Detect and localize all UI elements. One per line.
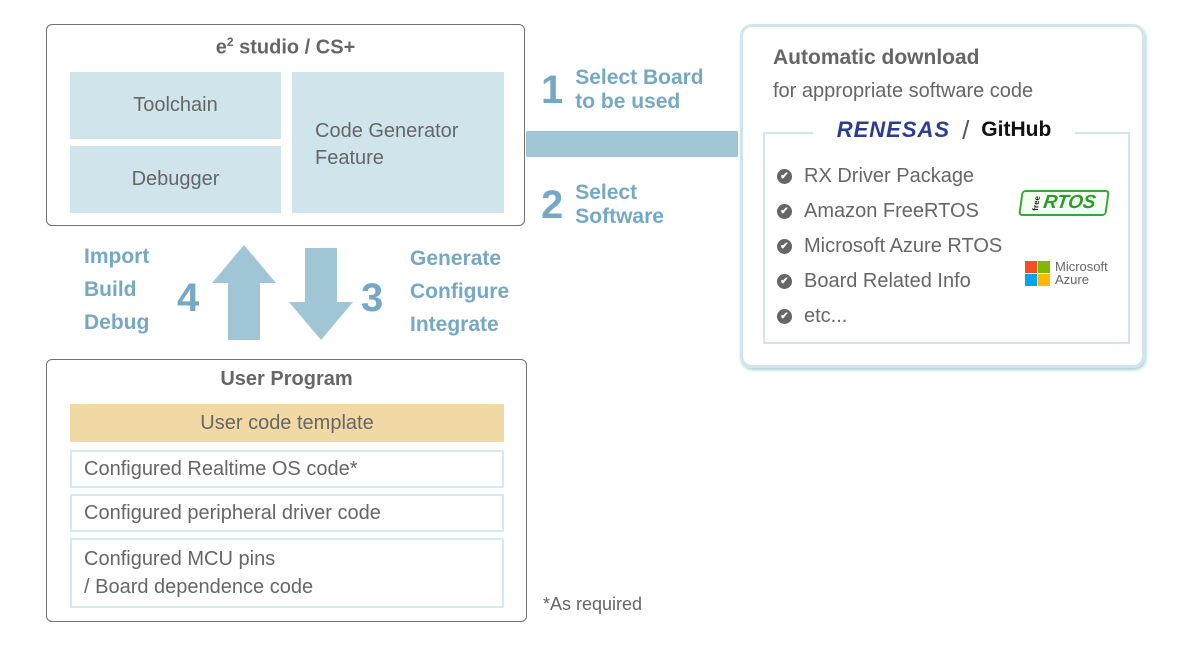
- download-panel: Automatic download for appropriate softw…: [740, 24, 1145, 368]
- peripheral-driver-code-label: Configured peripheral driver code: [84, 501, 381, 524]
- step-1-line2: to be used: [575, 90, 681, 113]
- list-item: ✔ Board Related Info: [777, 264, 1002, 299]
- peripheral-driver-code-row: Configured peripheral driver code: [70, 494, 504, 532]
- ide-title: e2 studio / CS+: [215, 35, 356, 59]
- check-circle-icon: ✔: [777, 169, 792, 184]
- list-item-label: etc...: [804, 305, 848, 327]
- step-3-line3: Integrate: [410, 313, 499, 336]
- mcu-pins-line1: Configured MCU pins: [84, 548, 276, 570]
- connector-bar: [526, 131, 738, 157]
- ide-box: e2 studio / CS+ Toolchain Debugger Code …: [46, 24, 525, 226]
- user-code-template-label: User code template: [200, 411, 374, 434]
- list-item: ✔ Microsoft Azure RTOS: [777, 229, 1002, 264]
- download-list: ✔ RX Driver Package ✔ Amazon FreeRTOS ✔ Mic…: [777, 159, 1002, 334]
- source-logos: RENESAS / GitHub: [813, 115, 1075, 145]
- user-program-title: User Program: [220, 368, 353, 390]
- list-item: ✔ Amazon FreeRTOS: [777, 194, 1002, 229]
- logo-separator: /: [962, 114, 970, 145]
- toolchain-block: Toolchain: [70, 72, 281, 139]
- footnote: *As required: [543, 594, 643, 614]
- step-3-number: 3: [361, 276, 384, 320]
- download-subtitle: for appropriate software code: [773, 80, 1034, 102]
- step-1-line1: Select Board: [575, 66, 704, 89]
- freertos-rtos-text: RTOS: [1042, 192, 1098, 213]
- debugger-label: Debugger: [131, 168, 220, 190]
- step-4-line2: Build: [84, 278, 137, 301]
- step-4-number: 4: [177, 276, 200, 320]
- check-circle-icon: ✔: [777, 274, 792, 289]
- step-2-line1: Select: [575, 181, 638, 204]
- list-item-label: Amazon FreeRTOS: [804, 200, 979, 222]
- freertos-logo: free RTOS: [1018, 190, 1110, 216]
- freertos-free-text: free: [1031, 195, 1043, 211]
- check-circle-icon: ✔: [777, 204, 792, 219]
- step-3-actions: Generate Configure Integrate: [410, 242, 509, 341]
- list-item: ✔ etc...: [777, 299, 1002, 334]
- step-1-number: 1: [541, 68, 564, 112]
- step-4-actions: Import Build Debug: [84, 240, 149, 339]
- github-logo: GitHub: [981, 118, 1052, 141]
- code-generator-block: Code Generator Feature: [292, 72, 504, 213]
- download-title: Automatic download: [773, 46, 980, 69]
- user-code-template-block: User code template: [70, 404, 504, 442]
- step-4-line3: Debug: [84, 311, 150, 334]
- user-program-box: User Program User code template Configur…: [46, 359, 527, 622]
- check-circle-icon: ✔: [777, 239, 792, 254]
- realtime-os-code-label: Configured Realtime OS code*: [84, 457, 358, 480]
- debugger-block: Debugger: [70, 146, 281, 213]
- realtime-os-code-row: Configured Realtime OS code*: [70, 450, 504, 488]
- list-item: ✔ RX Driver Package: [777, 159, 1002, 194]
- microsoft-azure-logo: Microsoft Azure: [1025, 260, 1108, 286]
- codegen-label-line1: Code Generator: [315, 120, 459, 142]
- list-item-label: Microsoft Azure RTOS: [804, 235, 1003, 257]
- list-item-label: Board Related Info: [804, 270, 971, 292]
- renesas-logo: RENESAS: [836, 117, 951, 142]
- step-3-line2: Configure: [410, 280, 510, 303]
- down-arrow-icon: [289, 248, 353, 340]
- step-3-line1: Generate: [410, 247, 502, 270]
- mcu-pins-code-row: Configured MCU pins / Board dependence c…: [70, 538, 504, 608]
- microsoft-windows-icon: [1025, 260, 1050, 286]
- step-2-number: 2: [541, 183, 564, 227]
- step-4-line1: Import: [84, 245, 150, 268]
- up-arrow-icon: [212, 245, 276, 340]
- step-2: 2 Select Software: [541, 181, 664, 229]
- toolchain-label: Toolchain: [133, 94, 218, 116]
- step-1: 1 Select Board to be used: [541, 66, 704, 114]
- check-circle-icon: ✔: [777, 309, 792, 324]
- azure-logo-line2: Azure: [1055, 272, 1089, 287]
- mcu-pins-line2: / Board dependence code: [84, 576, 314, 598]
- codegen-label-line2: Feature: [315, 147, 384, 169]
- list-item-label: RX Driver Package: [804, 165, 975, 187]
- step-2-line2: Software: [575, 205, 664, 228]
